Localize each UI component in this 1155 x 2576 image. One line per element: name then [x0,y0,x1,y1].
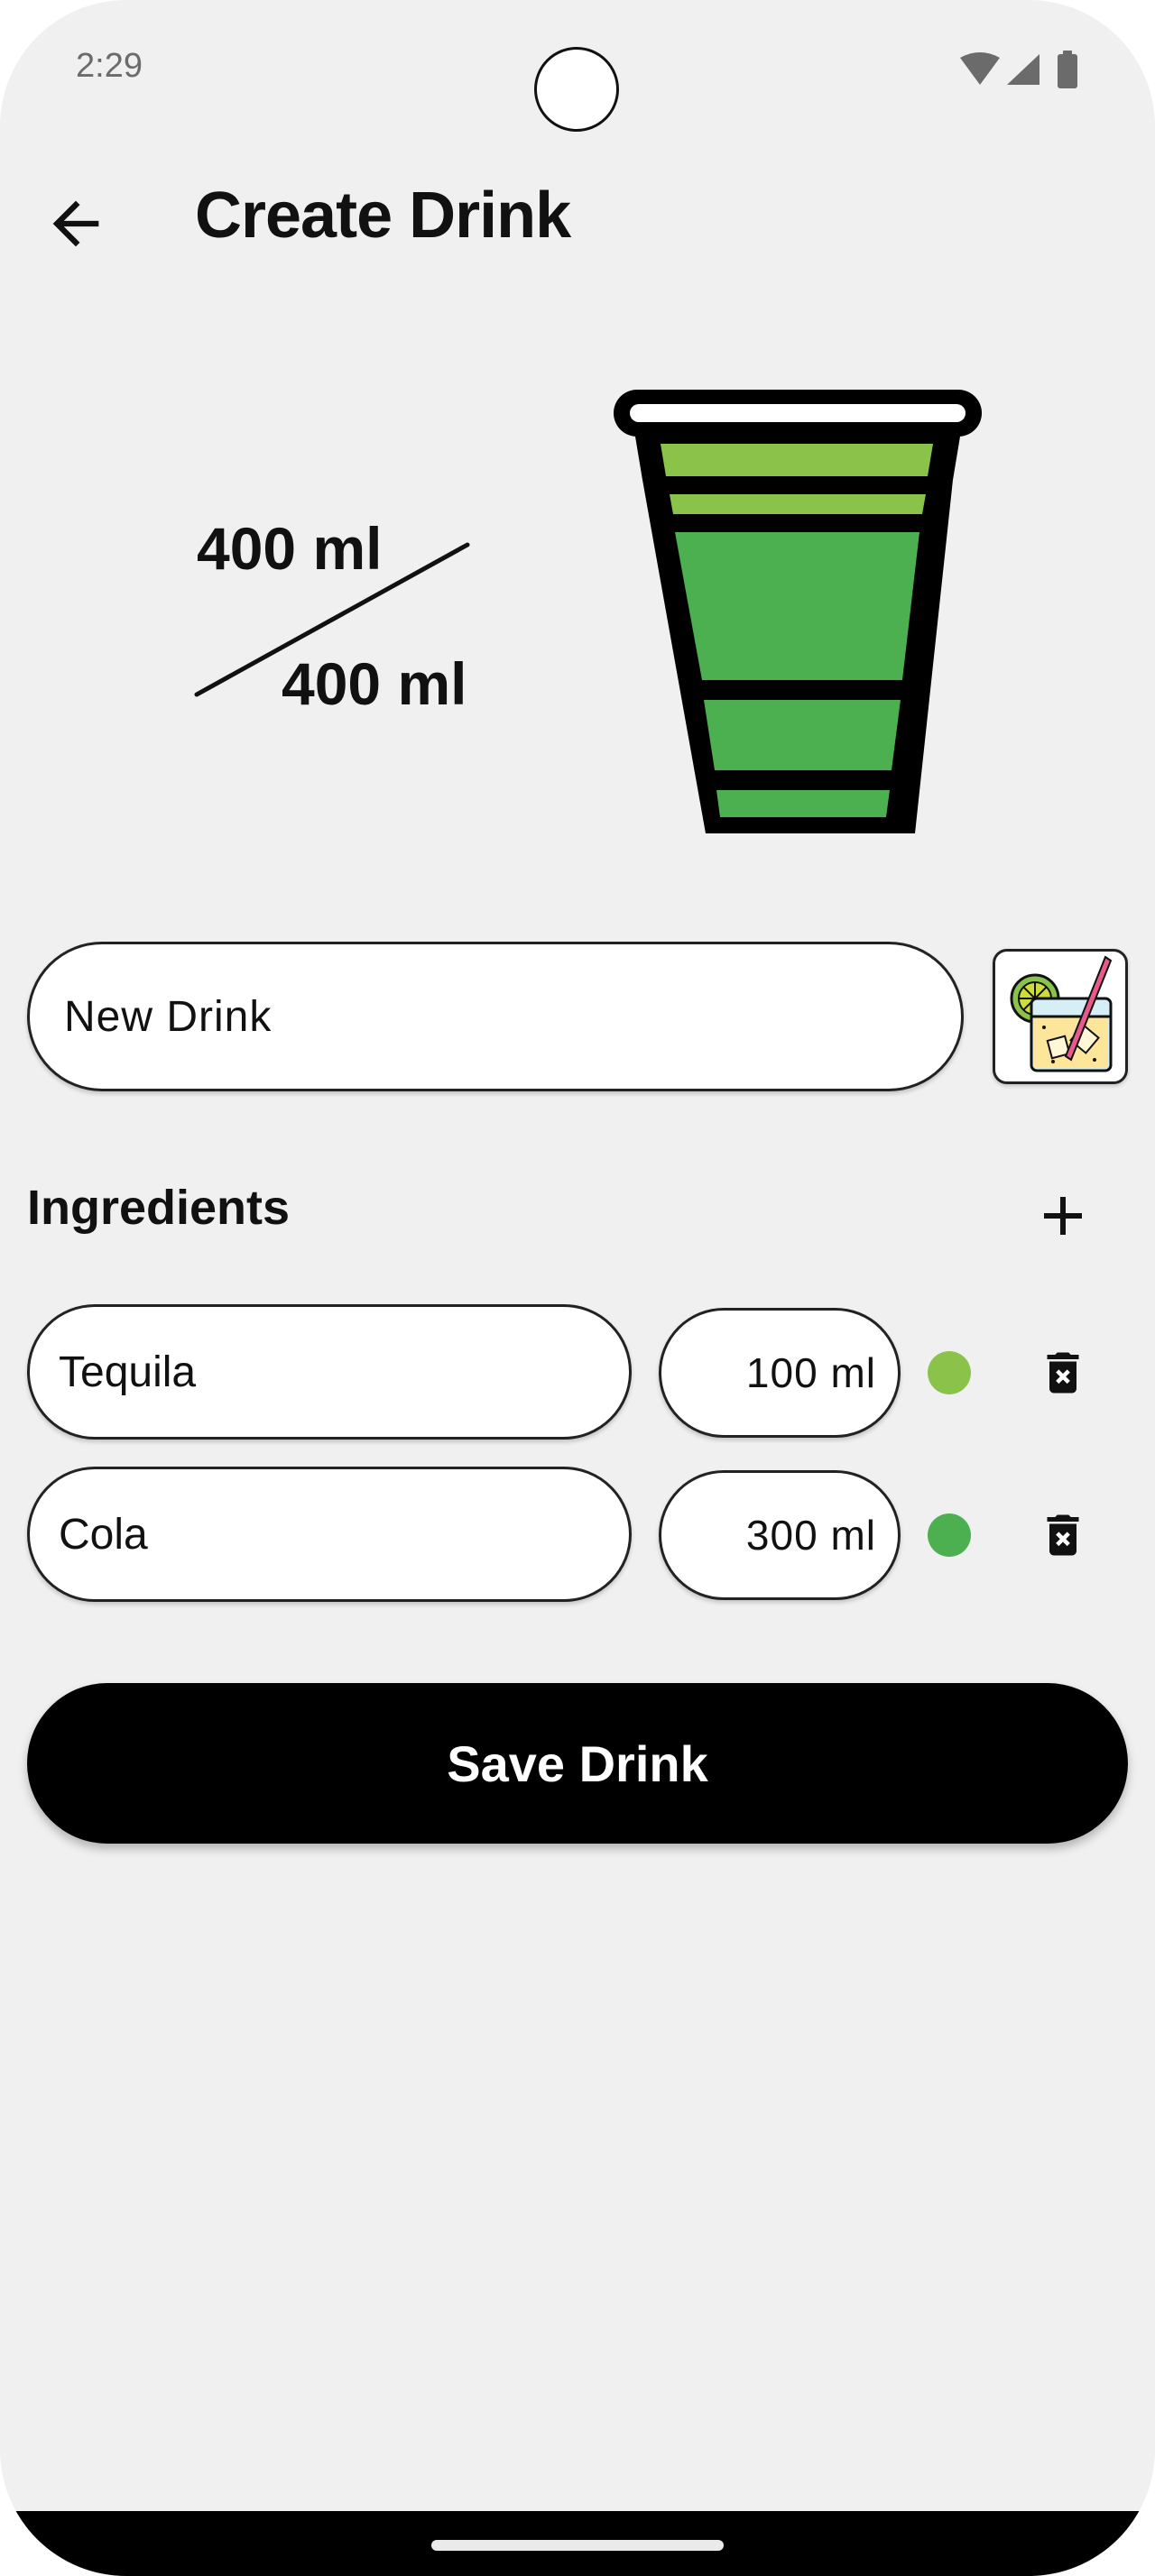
cup-layer-cola-2 [704,700,901,770]
cup-rim-highlight [630,404,966,422]
add-ingredient-button[interactable] [1020,1173,1106,1259]
cup-illustration [614,390,982,833]
wifi-icon [960,52,1000,85]
back-button[interactable] [32,180,119,267]
ingredient-amount-field[interactable] [659,1308,901,1438]
delete-ingredient-button[interactable] [1018,1328,1108,1418]
save-drink-button[interactable]: Save Drink [27,1683,1128,1844]
ingredient-amount-field[interactable] [659,1470,901,1600]
cup-layer-tequila-2 [670,494,926,514]
delete-ingredient-button[interactable] [1018,1490,1108,1580]
volume-total: 400 ml [282,650,467,717]
app-bar: Create Drink [0,162,1155,271]
trash-icon [1047,1514,1079,1556]
phone-screen: 2:29 Create Drink 400 ml 400 ml New Drin… [0,0,1155,2576]
status-time: 2:29 [76,47,143,85]
ingredient-name-input[interactable] [57,1508,602,1560]
status-icons [956,49,1092,92]
drink-icon-button[interactable] [993,949,1128,1084]
arrow-back-icon [52,200,99,247]
volume-current: 400 ml [197,515,383,582]
ingredient-row [0,1467,1155,1602]
status-bar: 2:29 [0,0,1155,135]
plus-icon [1044,1197,1082,1235]
camera-cutout [534,47,619,132]
drink-name-field[interactable] [27,942,964,1091]
cup-layer-cola [675,532,919,680]
ingredient-name-field[interactable] [27,1467,632,1602]
cup-layer-cola-3 [716,790,890,817]
cocktail-glass-icon [1010,955,1113,1072]
cup-layer-tequila [661,444,933,476]
ingredients-title: Ingredients [27,1181,291,1235]
page-title: Create Drink [195,179,571,252]
ingredient-color-dot[interactable] [928,1351,971,1394]
ingredient-amount-input[interactable] [694,1348,878,1398]
ingredient-row [0,1304,1155,1440]
ingredient-amount-input[interactable] [694,1510,878,1560]
ingredient-name-field[interactable] [27,1304,632,1440]
volume-indicator: 400 ml 400 ml [171,505,496,740]
ingredient-color-dot[interactable] [928,1513,971,1557]
trash-icon [1047,1352,1079,1394]
home-indicator[interactable] [431,2540,724,2551]
battery-icon [1058,51,1077,88]
signal-icon [1007,54,1040,85]
ingredient-name-input[interactable] [57,1346,602,1398]
drink-name-input[interactable] [62,990,932,1043]
